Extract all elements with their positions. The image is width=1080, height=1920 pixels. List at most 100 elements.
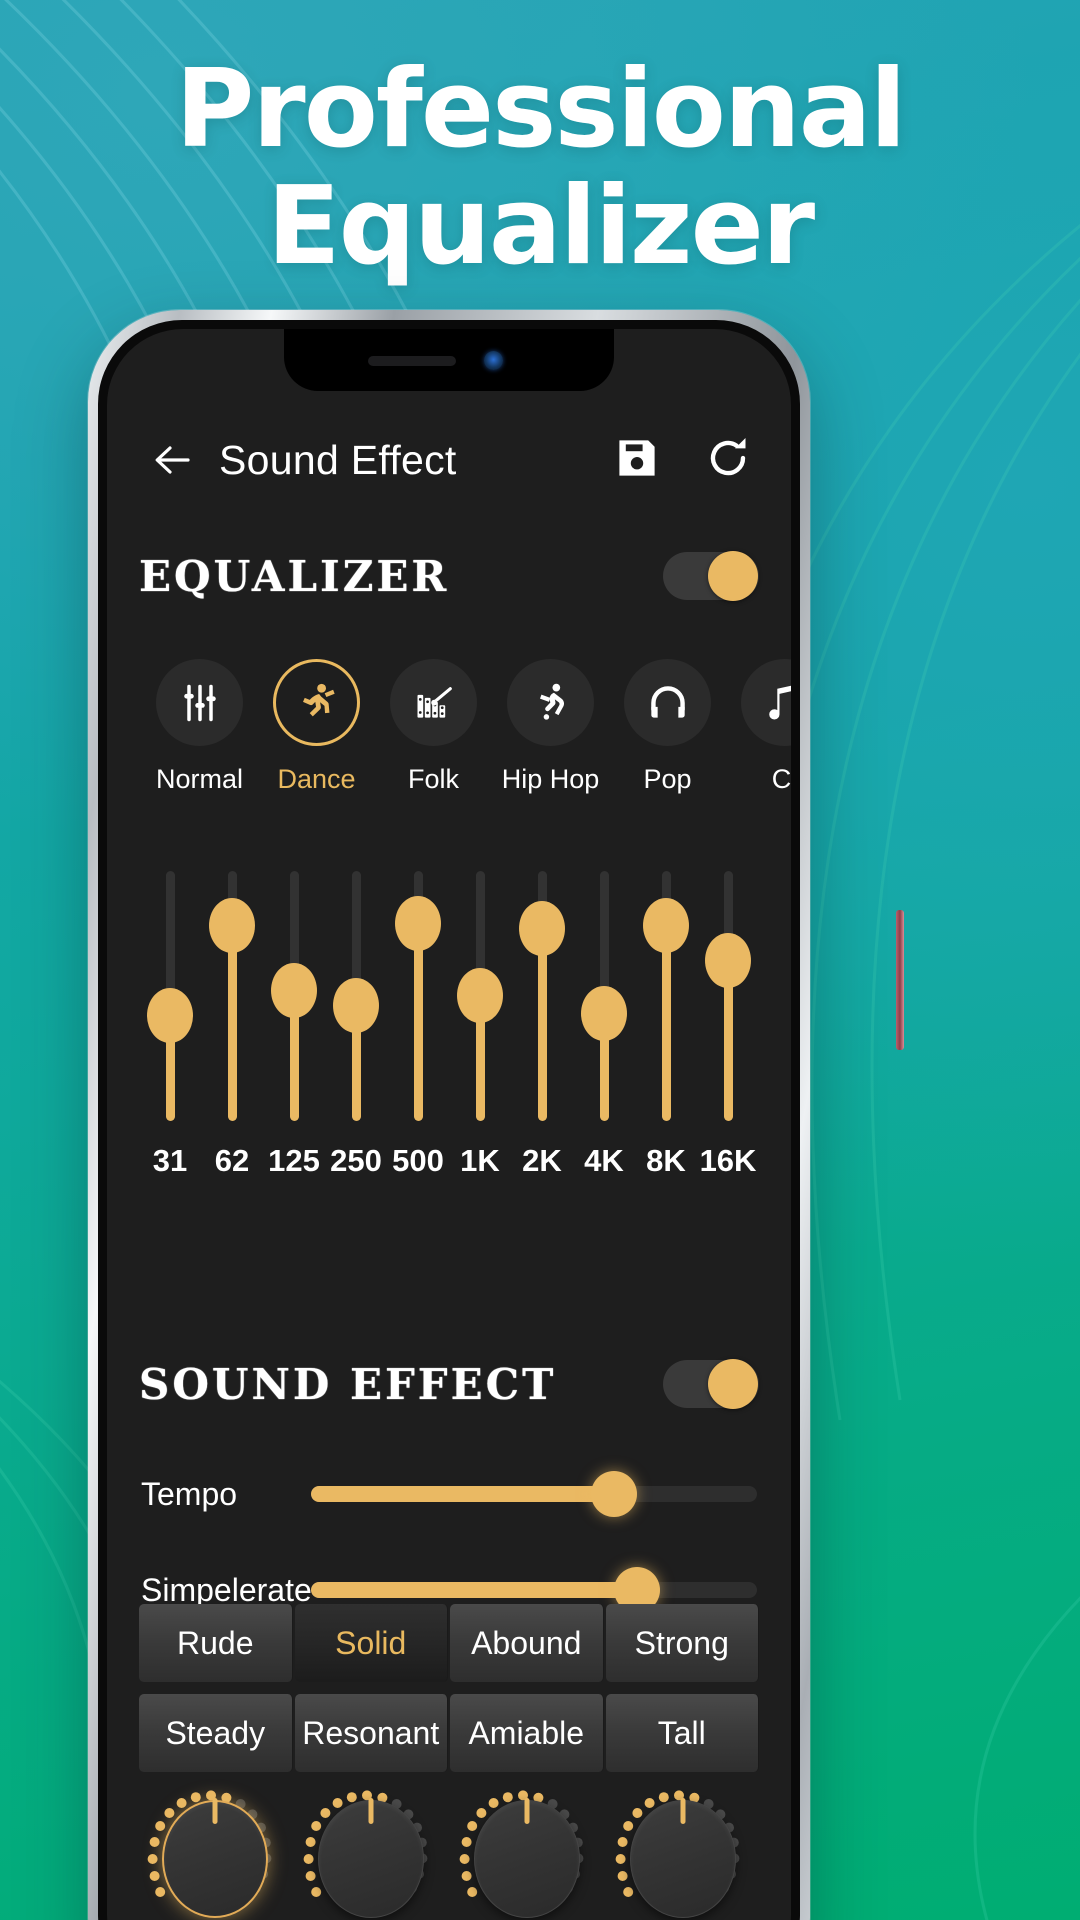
simpelerate-slider-track[interactable]	[311, 1567, 757, 1613]
simpelerate-slider-fill	[311, 1582, 637, 1598]
headline-line-2: Equalizer	[266, 163, 815, 289]
dancer-icon	[302, 683, 335, 716]
preset-section: Normal Dance Folk Hip Hop Pop C	[107, 659, 791, 795]
eq-band-thumb[interactable]	[395, 895, 441, 951]
eq-band-thumb[interactable]	[643, 898, 689, 953]
preset-item-classical[interactable]: Cl	[726, 659, 791, 795]
effect-preset-row-1: Rude Solid Abound Strong	[139, 1604, 759, 1682]
sound-effect-toggle[interactable]	[663, 1359, 759, 1409]
eq-band-125[interactable]: 125	[263, 871, 325, 1179]
effect-button-solid[interactable]: Solid	[294, 1604, 448, 1682]
reset-button[interactable]	[703, 433, 753, 488]
preset-item-folk[interactable]: Folk	[375, 659, 492, 795]
effect-preset-grid: Rude Solid Abound Strong Steady Resonant…	[107, 1604, 791, 1784]
eq-band-1k[interactable]: 1K	[449, 871, 511, 1179]
preset-strip[interactable]: Normal Dance Folk Hip Hop Pop C	[107, 659, 791, 795]
rotary-knob-1[interactable]	[140, 1784, 290, 1920]
eq-band-500[interactable]: 500	[387, 871, 449, 1179]
rotary-knob-4[interactable]	[608, 1784, 758, 1920]
tempo-slider-thumb[interactable]	[591, 1471, 638, 1517]
effect-button-strong[interactable]: Strong	[605, 1604, 759, 1682]
eq-band-label: 2K	[522, 1143, 562, 1178]
eq-band-31[interactable]: 31	[139, 871, 201, 1179]
sound-effect-section-header: SOUND EFFECT	[107, 1351, 791, 1417]
effect-button-rude[interactable]: Rude	[139, 1604, 293, 1682]
eq-band-thumb[interactable]	[519, 900, 565, 956]
preset-item-normal[interactable]: Normal	[141, 659, 258, 795]
xylophone-icon	[417, 686, 452, 718]
effect-button-amiable[interactable]: Amiable	[450, 1694, 604, 1772]
eq-band-label: 31	[152, 1143, 188, 1178]
save-floppy-icon	[619, 439, 655, 476]
eq-band-thumb[interactable]	[271, 963, 317, 1018]
preset-icon-wrap	[273, 659, 360, 746]
eq-band-label: 62	[214, 1143, 250, 1178]
eq-band-label: 250	[330, 1143, 382, 1178]
eq-band-track[interactable]	[457, 871, 503, 1121]
eq-band-thumb[interactable]	[457, 968, 503, 1023]
rotary-knob-2[interactable]	[296, 1784, 446, 1920]
eq-band-track[interactable]	[643, 871, 689, 1121]
eq-band-track[interactable]	[271, 871, 317, 1121]
sliders-icon	[183, 684, 216, 721]
save-button[interactable]	[613, 434, 661, 487]
preset-label: Pop	[643, 764, 692, 794]
preset-label: Dance	[277, 764, 356, 794]
headphones-icon	[650, 685, 685, 718]
phone-power-button[interactable]	[896, 910, 904, 1050]
tempo-slider-fill	[311, 1486, 615, 1502]
back-button[interactable]	[145, 433, 199, 487]
sound-effect-sliders: Tempo Simpelerate	[107, 1459, 791, 1625]
preset-label: Hip Hop	[501, 764, 600, 794]
eq-band-thumb[interactable]	[581, 985, 627, 1041]
eq-band-label: 1K	[460, 1143, 500, 1178]
preset-label: Cl	[771, 764, 791, 794]
equalizer-toggle[interactable]	[663, 551, 759, 601]
equalizer-toggle-knob	[708, 551, 758, 601]
preset-icon-wrap	[507, 659, 594, 746]
page-title: Sound Effect	[219, 436, 457, 483]
eq-band-label: 125	[268, 1143, 320, 1178]
preset-icon-wrap	[390, 659, 477, 746]
preset-item-hip-hop[interactable]: Hip Hop	[492, 659, 609, 795]
phone-bezel: Sound Effect EQUALIZER Normal Dance Folk…	[98, 320, 800, 1920]
tempo-slider-track[interactable]	[311, 1471, 757, 1517]
eq-band-track[interactable]	[147, 871, 193, 1121]
preset-item-pop[interactable]: Pop	[609, 659, 726, 795]
rotary-knob-3[interactable]	[452, 1784, 602, 1920]
eq-band-label: 16K	[699, 1143, 757, 1178]
knob-pointer	[368, 1798, 374, 1824]
eq-band-fill	[227, 926, 237, 1121]
preset-label: Folk	[407, 764, 459, 794]
eq-band-250[interactable]: 250	[325, 871, 387, 1179]
eq-band-thumb[interactable]	[333, 978, 379, 1033]
eq-band-fill	[661, 926, 671, 1121]
eq-band-thumb[interactable]	[147, 988, 193, 1043]
preset-item-dance[interactable]: Dance	[258, 659, 375, 795]
arrow-left-icon	[155, 446, 190, 474]
eq-band-2k[interactable]: 2K	[511, 871, 573, 1179]
eq-band-8k[interactable]: 8K	[635, 871, 697, 1179]
preset-icon-wrap	[624, 659, 711, 746]
earpiece-speaker-icon	[368, 356, 456, 366]
eq-band-track[interactable]	[705, 871, 751, 1121]
eq-band-4k[interactable]: 4K	[573, 871, 635, 1179]
rotary-knob-row	[107, 1784, 791, 1920]
eq-band-track[interactable]	[519, 871, 565, 1121]
eq-band-62[interactable]: 62	[201, 871, 263, 1179]
equalizer-section-title: EQUALIZER	[139, 551, 450, 601]
breakdancer-icon	[539, 683, 564, 720]
effect-button-abound[interactable]: Abound	[450, 1604, 604, 1682]
eq-band-track[interactable]	[581, 871, 627, 1121]
eq-band-track[interactable]	[209, 871, 255, 1121]
eq-band-track[interactable]	[395, 871, 441, 1121]
knob-slot-1	[137, 1784, 293, 1920]
effect-button-resonant[interactable]: Resonant	[294, 1694, 448, 1772]
eq-band-thumb[interactable]	[705, 933, 751, 988]
eq-band-thumb[interactable]	[209, 898, 255, 953]
eq-band-track[interactable]	[333, 871, 379, 1121]
eq-band-label: 4K	[584, 1143, 624, 1178]
effect-button-tall[interactable]: Tall	[605, 1694, 759, 1772]
effect-button-steady[interactable]: Steady	[139, 1694, 293, 1772]
eq-band-16k[interactable]: 16K	[697, 871, 759, 1179]
